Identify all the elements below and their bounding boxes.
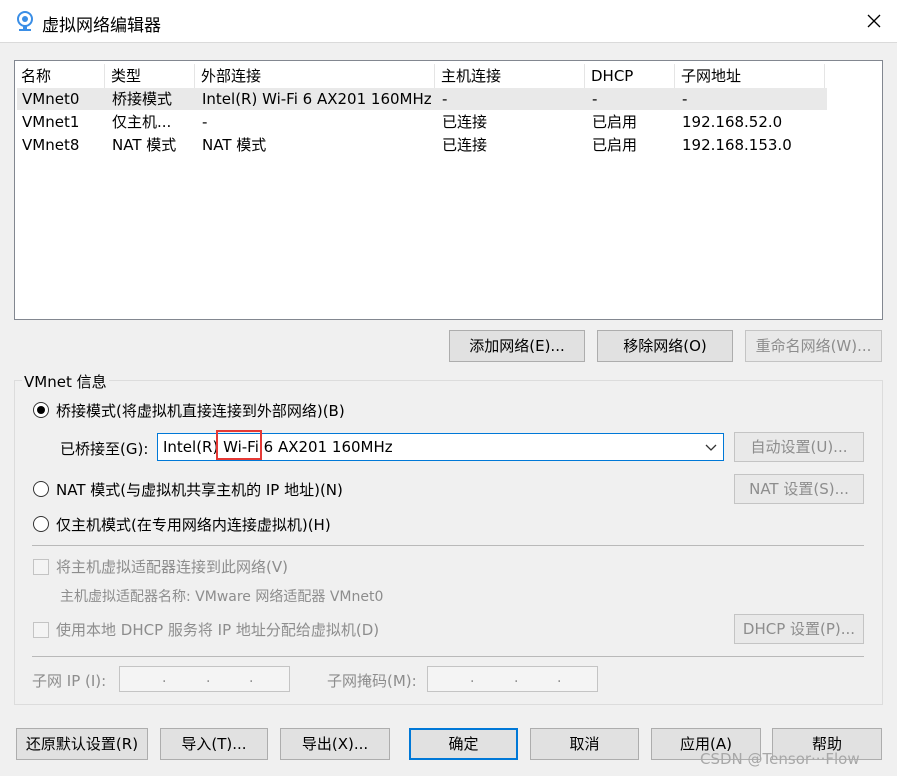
table-row[interactable]: VMnet8 NAT 模式 NAT 模式 已连接 已启用 192.168.153… bbox=[17, 134, 827, 156]
radio-selected-dot bbox=[37, 406, 45, 414]
subnet-ip-field[interactable]: . . . bbox=[119, 666, 290, 692]
ok-button[interactable]: 确定 bbox=[409, 728, 518, 760]
cell-host: 已连接 bbox=[442, 136, 488, 154]
connect-adapter-checkbox[interactable] bbox=[33, 559, 49, 575]
title-bar: 虚拟网络编辑器 bbox=[0, 0, 897, 42]
cell-type: 仅主机... bbox=[112, 113, 172, 131]
use-dhcp-checkbox[interactable] bbox=[33, 622, 49, 638]
ip-separator: . bbox=[514, 670, 519, 686]
table-row[interactable]: VMnet0 桥接模式 Intel(R) Wi-Fi 6 AX201 160MH… bbox=[17, 88, 827, 110]
watermark-text: CSDN @Tensor···Flow bbox=[700, 750, 860, 768]
column-header-name[interactable]: 名称 bbox=[15, 64, 105, 88]
separator bbox=[32, 545, 864, 546]
chevron-down-icon bbox=[705, 444, 717, 451]
connect-adapter-label[interactable]: 将主机虚拟适配器连接到此网络(V) bbox=[56, 556, 288, 577]
bridged-to-label: 已桥接至(G): bbox=[60, 440, 149, 458]
subnet-mask-field[interactable]: . . . bbox=[427, 666, 598, 692]
cell-type: 桥接模式 bbox=[112, 90, 173, 108]
bridge-mode-radio[interactable] bbox=[33, 402, 49, 418]
adapter-name-text: 主机虚拟适配器名称: VMware 网络适配器 VMnet0 bbox=[60, 589, 384, 605]
cell-type: NAT 模式 bbox=[112, 136, 177, 154]
cell-host: 已连接 bbox=[442, 113, 488, 131]
host-only-label[interactable]: 仅主机模式(在专用网络内连接虚拟机)(H) bbox=[56, 514, 331, 535]
nat-mode-label[interactable]: NAT 模式(与虚拟机共享主机的 IP 地址)(N) bbox=[56, 479, 343, 500]
annotation-highlight-box bbox=[216, 430, 262, 460]
bridge-mode-label[interactable]: 桥接模式(将虚拟机直接连接到外部网络)(B) bbox=[56, 400, 345, 421]
bridged-to-value: Intel(R) Wi-Fi 6 AX201 160MHz bbox=[163, 438, 393, 456]
column-header-host[interactable]: 主机连接 bbox=[435, 64, 585, 88]
dhcp-settings-button[interactable]: DHCP 设置(P)... bbox=[734, 614, 864, 644]
cell-external: NAT 模式 bbox=[202, 136, 267, 154]
nat-settings-button[interactable]: NAT 设置(S)... bbox=[734, 474, 864, 504]
column-header-type[interactable]: 类型 bbox=[105, 64, 195, 88]
use-dhcp-label[interactable]: 使用本地 DHCP 服务将 IP 地址分配给虚拟机(D) bbox=[56, 619, 379, 640]
table-row[interactable]: VMnet1 仅主机... - 已连接 已启用 192.168.52.0 bbox=[17, 111, 827, 133]
cancel-button[interactable]: 取消 bbox=[530, 728, 639, 760]
auto-settings-button[interactable]: 自动设置(U)... bbox=[734, 432, 864, 462]
add-network-button[interactable]: 添加网络(E)... bbox=[449, 330, 585, 362]
subnet-ip-label: 子网 IP (I): bbox=[32, 672, 107, 690]
column-header-external[interactable]: 外部连接 bbox=[195, 64, 435, 88]
cell-dhcp: 已启用 bbox=[592, 113, 638, 131]
cell-subnet: 192.168.153.0 bbox=[682, 136, 792, 154]
cell-name: VMnet0 bbox=[22, 90, 80, 108]
separator bbox=[32, 656, 864, 657]
network-list[interactable]: 名称 类型 外部连接 主机连接 DHCP 子网地址 VMnet0 桥接模式 In… bbox=[14, 60, 883, 320]
import-button[interactable]: 导入(T)... bbox=[160, 728, 268, 760]
host-only-radio[interactable] bbox=[33, 516, 49, 532]
cell-name: VMnet1 bbox=[22, 113, 80, 131]
cell-dhcp: 已启用 bbox=[592, 136, 638, 154]
export-button[interactable]: 导出(X)... bbox=[280, 728, 390, 760]
close-icon bbox=[867, 14, 881, 28]
ip-separator: . bbox=[206, 670, 211, 686]
close-button[interactable] bbox=[851, 0, 897, 42]
cell-subnet: - bbox=[682, 90, 688, 108]
ip-separator: . bbox=[557, 670, 562, 686]
restore-defaults-button[interactable]: 还原默认设置(R) bbox=[16, 728, 148, 760]
vmnet-info-label: VMnet 信息 bbox=[22, 371, 109, 392]
ip-separator: . bbox=[249, 670, 254, 686]
cell-host: - bbox=[442, 90, 448, 108]
nat-mode-radio[interactable] bbox=[33, 481, 49, 497]
remove-network-button[interactable]: 移除网络(O) bbox=[597, 330, 733, 362]
column-header-subnet[interactable]: 子网地址 bbox=[675, 64, 825, 88]
rename-network-button[interactable]: 重命名网络(W)... bbox=[745, 330, 882, 362]
cell-external: - bbox=[202, 113, 208, 131]
cell-name: VMnet8 bbox=[22, 136, 80, 154]
window-title: 虚拟网络编辑器 bbox=[42, 16, 161, 36]
subnet-mask-label: 子网掩码(M): bbox=[327, 672, 417, 690]
cell-external: Intel(R) Wi-Fi 6 AX201 160MHz bbox=[202, 90, 432, 108]
ip-separator: . bbox=[470, 670, 475, 686]
column-header-dhcp[interactable]: DHCP bbox=[585, 64, 675, 88]
cell-dhcp: - bbox=[592, 90, 598, 108]
ip-separator: . bbox=[162, 670, 167, 686]
network-editor-icon bbox=[17, 11, 33, 31]
cell-subnet: 192.168.52.0 bbox=[682, 113, 783, 131]
